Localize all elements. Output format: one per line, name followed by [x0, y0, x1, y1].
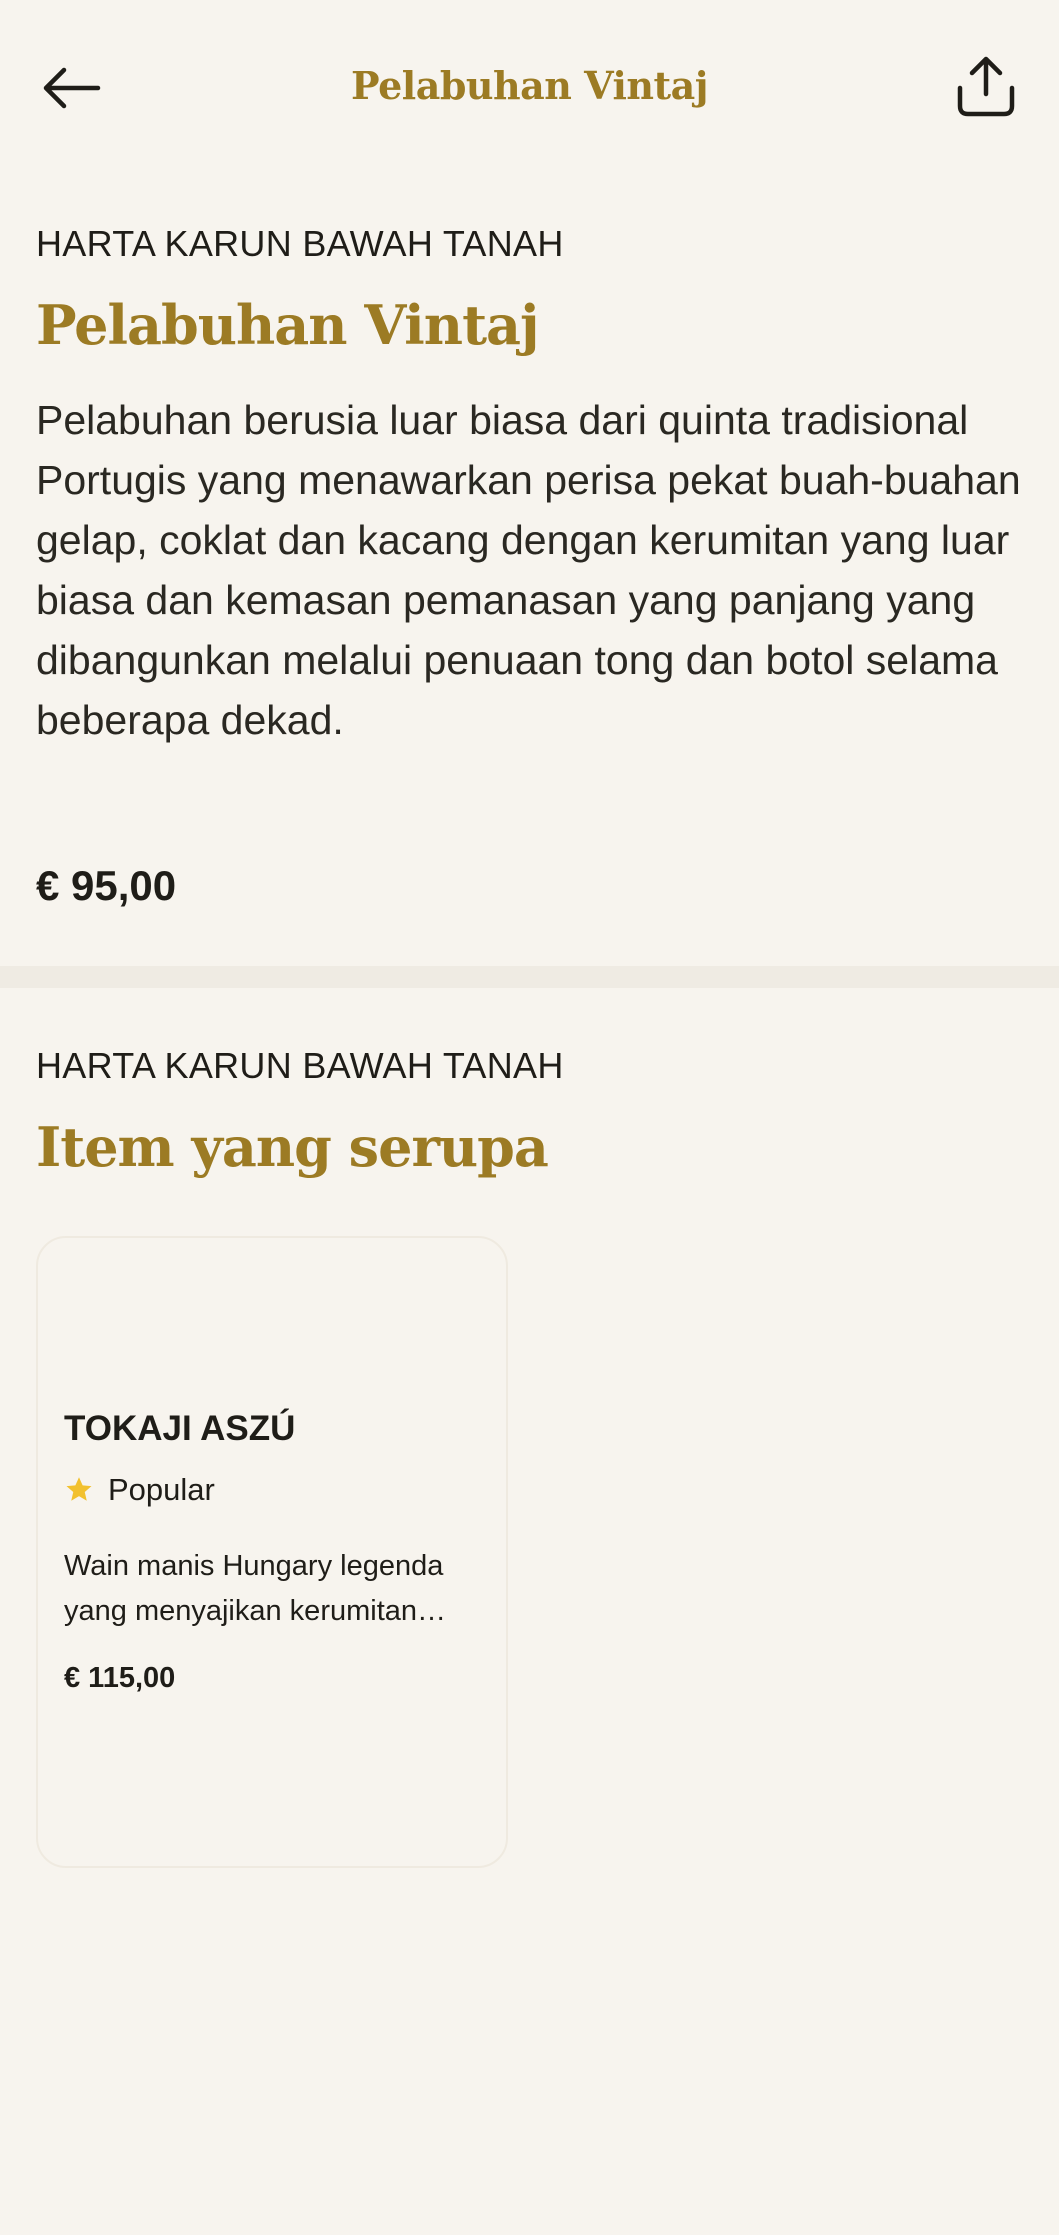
star-icon	[66, 1477, 92, 1501]
back-button[interactable]	[36, 52, 108, 124]
share-icon	[957, 56, 1015, 117]
top-bar: Pelabuhan Vintaj	[0, 0, 1059, 170]
similar-heading: Item yang serupa	[36, 1115, 549, 1179]
product-name: Pelabuhan Vintaj	[36, 293, 540, 357]
badge-label: Popular	[108, 1472, 215, 1507]
similar-item-description: Wain manis Hungary legenda yang menyajik…	[64, 1550, 447, 1627]
share-button[interactable]	[948, 48, 1024, 124]
product-price: € 95,00	[36, 862, 177, 909]
popular-badge: Popular	[64, 1468, 215, 1512]
page-title: Pelabuhan Vintaj	[351, 63, 708, 108]
similar-item-price: € 115,00	[64, 1662, 176, 1694]
similar-category: HARTA KARUN BAWAH TANAH	[36, 1045, 564, 1086]
section-divider	[0, 966, 1059, 988]
similar-item-card[interactable]: TOKAJI ASZÚ Popular Wain manis Hungary l…	[36, 1236, 508, 1868]
product-category: HARTA KARUN BAWAH TANAH	[36, 223, 564, 264]
arrow-left-icon	[43, 67, 101, 109]
similar-item-name: TOKAJI ASZÚ	[64, 1409, 296, 1448]
product-description: Pelabuhan berusia luar biasa dari quinta…	[36, 397, 1021, 743]
